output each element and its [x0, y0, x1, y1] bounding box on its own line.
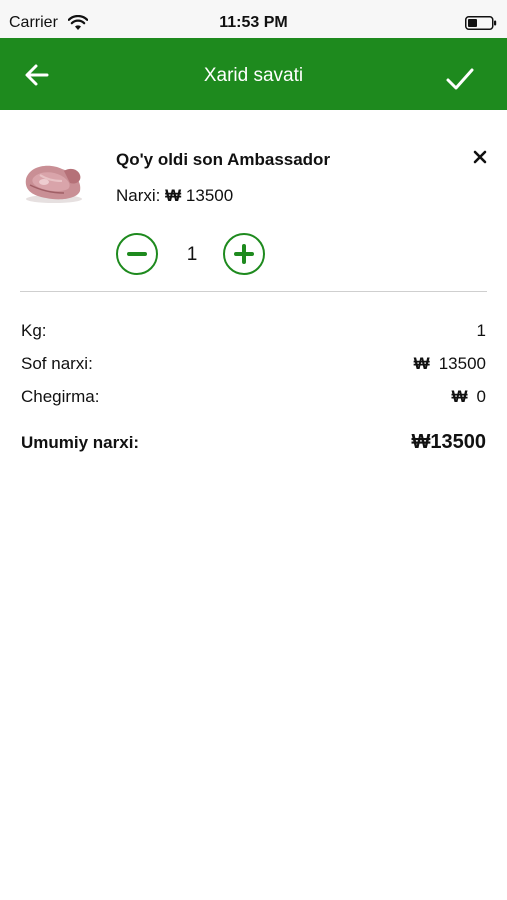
net-price-label: Sof narxi:: [21, 354, 93, 373]
discount-currency: ₩: [451, 387, 468, 406]
quantity-value: 1: [186, 244, 198, 265]
divider: [20, 291, 487, 292]
plus-circle-icon: [234, 244, 254, 264]
product-price: Narxi: ₩ 13500: [116, 186, 233, 206]
kg-value: 1: [476, 321, 486, 340]
discount-label: Chegirma:: [21, 387, 100, 406]
remove-item-button[interactable]: [473, 150, 487, 164]
clock: 11:53 PM: [219, 14, 288, 31]
total-label: Umumiy narxi:: [21, 433, 140, 452]
total-currency: ₩: [411, 431, 431, 453]
battery-icon: [465, 16, 497, 30]
page-title: Xarid savati: [203, 65, 304, 86]
status-bar: Carrier 11:53 PM: [0, 0, 507, 38]
checkmark-icon: [446, 68, 474, 90]
minus-circle-icon: [127, 252, 147, 256]
discount-value: 0: [476, 387, 486, 406]
total-price: ₩13500: [411, 431, 486, 454]
net-price: ₩13500: [414, 354, 486, 374]
product-name: Qo'y oldi son Ambassador: [116, 150, 331, 169]
price-label: Narxi:: [116, 186, 161, 205]
net-price-currency: ₩: [413, 354, 430, 373]
nav-bar: Xarid savati: [0, 38, 507, 110]
confirm-button[interactable]: [443, 62, 477, 96]
total-value: 13500: [430, 431, 486, 453]
price-value: 13500: [185, 186, 234, 205]
price-currency: ₩: [165, 186, 182, 205]
discount: ₩0: [451, 387, 486, 407]
decrease-quantity-button[interactable]: [116, 233, 158, 275]
increase-quantity-button[interactable]: [223, 233, 265, 275]
kg-label: Kg:: [21, 321, 47, 340]
meat-product-image: [25, 165, 82, 203]
close-icon: [473, 150, 487, 164]
net-price-value: 13500: [438, 354, 486, 373]
